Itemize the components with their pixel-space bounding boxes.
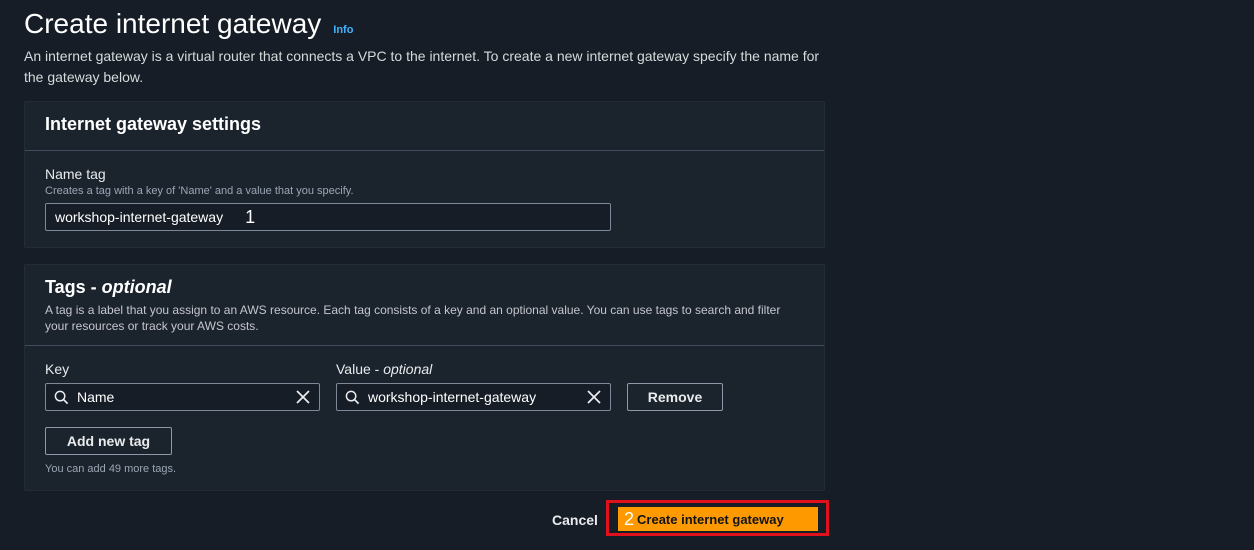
- page-title: Create internet gateway Info: [24, 8, 353, 40]
- tags-title-optional: optional: [101, 277, 172, 297]
- value-column-label: Value - optional: [336, 361, 432, 377]
- tag-key-value: Name: [77, 389, 115, 405]
- tags-panel: Tags - optional A tag is a label that yo…: [24, 264, 825, 491]
- create-button-highlight: 2 Create internet gateway: [606, 500, 829, 536]
- search-icon: [345, 390, 360, 404]
- info-link[interactable]: Info: [333, 24, 353, 36]
- settings-panel-title: Internet gateway settings: [45, 114, 262, 134]
- settings-panel-header: Internet gateway settings: [25, 102, 824, 151]
- clear-value-icon[interactable]: [586, 389, 602, 405]
- key-column-label: Key: [45, 361, 70, 377]
- page-title-text: Create internet gateway: [24, 8, 322, 39]
- tags-title-main: Tags -: [45, 277, 102, 297]
- settings-panel-body: Name tag Creates a tag with a key of 'Na…: [25, 151, 824, 245]
- step-1-annotation: 1: [245, 206, 256, 227]
- create-button-label: Create internet gateway: [637, 511, 784, 527]
- name-tag-description: Creates a tag with a key of 'Name' and a…: [45, 185, 354, 197]
- name-tag-input[interactable]: workshop-internet-gateway 1: [45, 203, 611, 231]
- add-new-tag-button[interactable]: Add new tag: [45, 427, 172, 455]
- create-internet-gateway-button[interactable]: 2 Create internet gateway: [618, 507, 818, 531]
- tag-value-value: workshop-internet-gateway: [368, 389, 537, 405]
- tags-panel-title: Tags - optional: [45, 277, 804, 298]
- tag-value-input[interactable]: workshop-internet-gateway: [336, 383, 611, 411]
- page-description: An internet gateway is a virtual router …: [24, 48, 820, 85]
- name-tag-label: Name tag: [45, 166, 106, 182]
- value-label-optional: optional: [383, 361, 433, 377]
- search-icon: [54, 390, 69, 404]
- tag-key-input[interactable]: Name: [45, 383, 320, 411]
- tags-description: A tag is a label that you assign to an A…: [45, 303, 781, 333]
- cancel-button[interactable]: Cancel: [552, 512, 598, 528]
- remove-tag-button[interactable]: Remove: [627, 383, 723, 411]
- settings-panel: Internet gateway settings Name tag Creat…: [24, 101, 825, 248]
- tags-panel-header: Tags - optional A tag is a label that yo…: [25, 265, 824, 346]
- clear-key-icon[interactable]: [295, 389, 311, 405]
- value-label-main: Value -: [336, 361, 384, 377]
- tags-remaining-text: You can add 49 more tags.: [45, 463, 177, 475]
- tags-panel-body: Key Value - optional Name workshop-inter…: [25, 346, 824, 491]
- name-tag-input-value: workshop-internet-gateway: [55, 209, 224, 225]
- step-2-annotation: 2: [624, 508, 635, 529]
